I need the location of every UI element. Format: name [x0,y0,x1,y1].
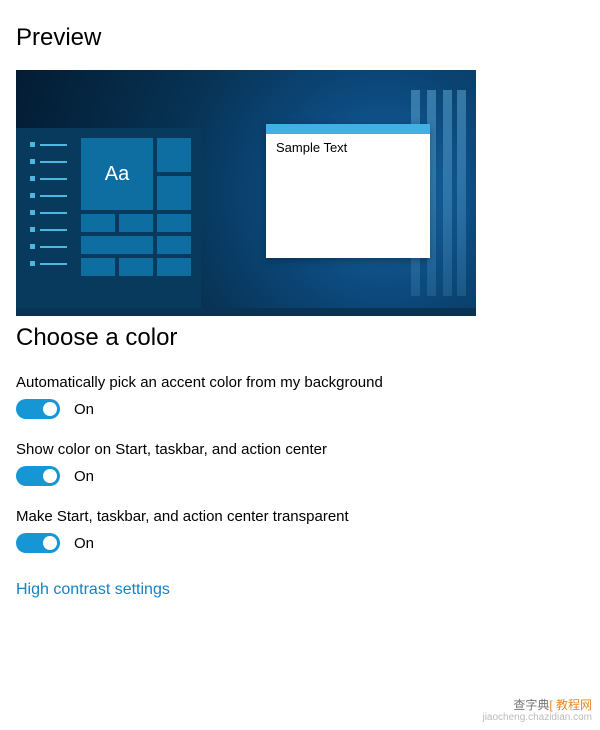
tile [157,258,191,276]
tile [157,236,191,254]
toggle-transparent[interactable] [16,533,60,553]
sample-window-text: Sample Text [266,134,430,161]
setting-transparent: Make Start, taskbar, and action center t… [16,508,584,553]
setting-label: Show color on Start, taskbar, and action… [16,441,584,458]
accent-tile: Aa [81,138,153,210]
preview-heading: Preview [16,24,584,52]
taskbar-mock [16,308,476,316]
watermark-text-1a: 查字典 [513,698,549,712]
watermark-text-1b: [ 教程网 [549,698,592,712]
tile [157,176,191,210]
setting-auto-accent: Automatically pick an accent color from … [16,374,584,419]
toggle-state: On [74,535,94,552]
start-menu-list [16,128,77,308]
preview-pane: Aa Sample Text [16,70,476,316]
choose-color-heading: Choose a color [16,324,584,352]
watermark-text-2: jiaocheng.chazidian.com [482,712,592,724]
watermark: 查字典[ 教程网 jiaocheng.chazidian.com [482,698,592,724]
tile [81,236,153,254]
sample-window-titlebar [266,124,430,134]
start-menu-tiles: Aa [77,128,201,308]
toggle-state: On [74,401,94,418]
setting-label: Make Start, taskbar, and action center t… [16,508,584,525]
start-menu-mock: Aa [16,128,201,308]
toggle-auto-accent[interactable] [16,399,60,419]
high-contrast-link[interactable]: High contrast settings [16,581,170,599]
tile [81,214,115,232]
tile [157,214,191,232]
tile [119,214,153,232]
setting-start-color: Show color on Start, taskbar, and action… [16,441,584,486]
toggle-start-color[interactable] [16,466,60,486]
tile [81,258,115,276]
setting-label: Automatically pick an accent color from … [16,374,584,391]
sample-window: Sample Text [266,124,430,258]
tile [157,138,191,172]
tile [119,258,153,276]
toggle-state: On [74,468,94,485]
